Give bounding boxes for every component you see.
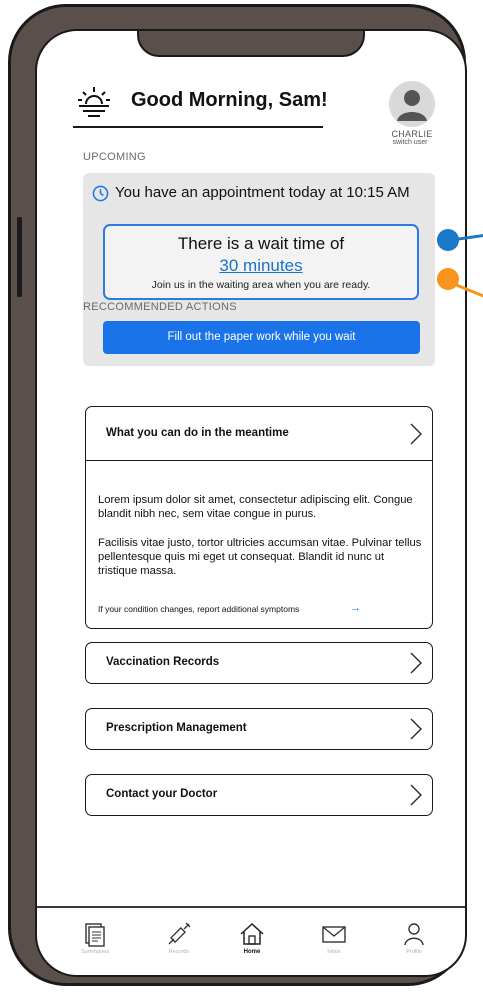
wait-time-value[interactable]: 30 minutes [105, 256, 417, 276]
recommended-section-label: RECCOMMENDED ACTIONS [83, 301, 237, 313]
action-item-label: Vaccination Records [106, 656, 220, 668]
action-item-label: Contact your Doctor [106, 788, 218, 800]
chevron-right-icon [410, 784, 422, 806]
nav-summaries[interactable]: Summaries [60, 921, 130, 955]
nav-inbox[interactable]: Inbox [299, 921, 369, 955]
nav-label: Records [168, 949, 190, 955]
side-button [17, 217, 22, 297]
clock-icon [92, 185, 109, 202]
chevron-right-icon [410, 652, 422, 674]
nav-records[interactable]: Records [144, 921, 214, 955]
chevron-right-icon [410, 718, 422, 740]
nav-divider [37, 906, 465, 908]
avatar[interactable] [389, 81, 435, 127]
contact-doctor-item[interactable]: Contact your Doctor [85, 774, 433, 816]
report-symptoms-link[interactable]: If your condition changes, report additi… [98, 604, 299, 614]
switch-user-link[interactable]: switch user [377, 139, 443, 146]
envelope-icon [322, 926, 346, 943]
nav-label: Profile [406, 949, 422, 955]
phone-screen: Good Morning, Sam! CHARLIE switch user U… [35, 29, 467, 977]
vaccination-records-item[interactable]: Vaccination Records [85, 642, 433, 684]
home-icon [240, 922, 264, 945]
wait-time-box: There is a wait time of 30 minutes Join … [103, 224, 419, 300]
greeting-title: Good Morning, Sam! [131, 89, 328, 111]
nav-label: Home [243, 949, 261, 955]
paperwork-button[interactable]: Fill out the paper work while you wait [103, 321, 420, 354]
sunrise-icon [78, 87, 110, 117]
person-icon [404, 923, 424, 946]
wait-time-intro: There is a wait time of [177, 234, 345, 253]
notch [137, 31, 365, 57]
meantime-accordion: What you can do in the meantime Lorem ip… [85, 406, 433, 629]
nav-label: Inbox [327, 949, 341, 955]
accordion-paragraph: Facilisis vitae justo, tortor ultricies … [98, 537, 422, 577]
syringe-icon [168, 922, 191, 945]
arrow-right-icon[interactable]: → [350, 602, 361, 614]
current-user-name: CHARLIE [391, 129, 433, 139]
action-item-label: Prescription Management [106, 722, 247, 734]
upcoming-section-label: UPCOMING [83, 151, 146, 163]
nav-profile[interactable]: Profile [379, 921, 449, 955]
appointment-text: You have an appointment today at 10:15 A… [115, 184, 410, 201]
user-avatar-icon [397, 90, 427, 121]
wait-time-note: Join us in the waiting area when you are… [151, 279, 371, 291]
phone-frame: Good Morning, Sam! CHARLIE switch user U… [8, 4, 467, 986]
document-icon [85, 923, 105, 947]
nav-label: Summaries [81, 949, 109, 955]
chevron-right-icon [410, 423, 422, 445]
nav-home[interactable]: Home [217, 921, 287, 955]
accordion-title: What you can do in the meantime [106, 427, 289, 439]
greeting-underline [73, 126, 323, 128]
prescription-management-item[interactable]: Prescription Management [85, 708, 433, 750]
accordion-header[interactable]: What you can do in the meantime [86, 407, 432, 461]
accordion-paragraph: Lorem ipsum dolor sit amet, consectetur … [98, 494, 413, 520]
